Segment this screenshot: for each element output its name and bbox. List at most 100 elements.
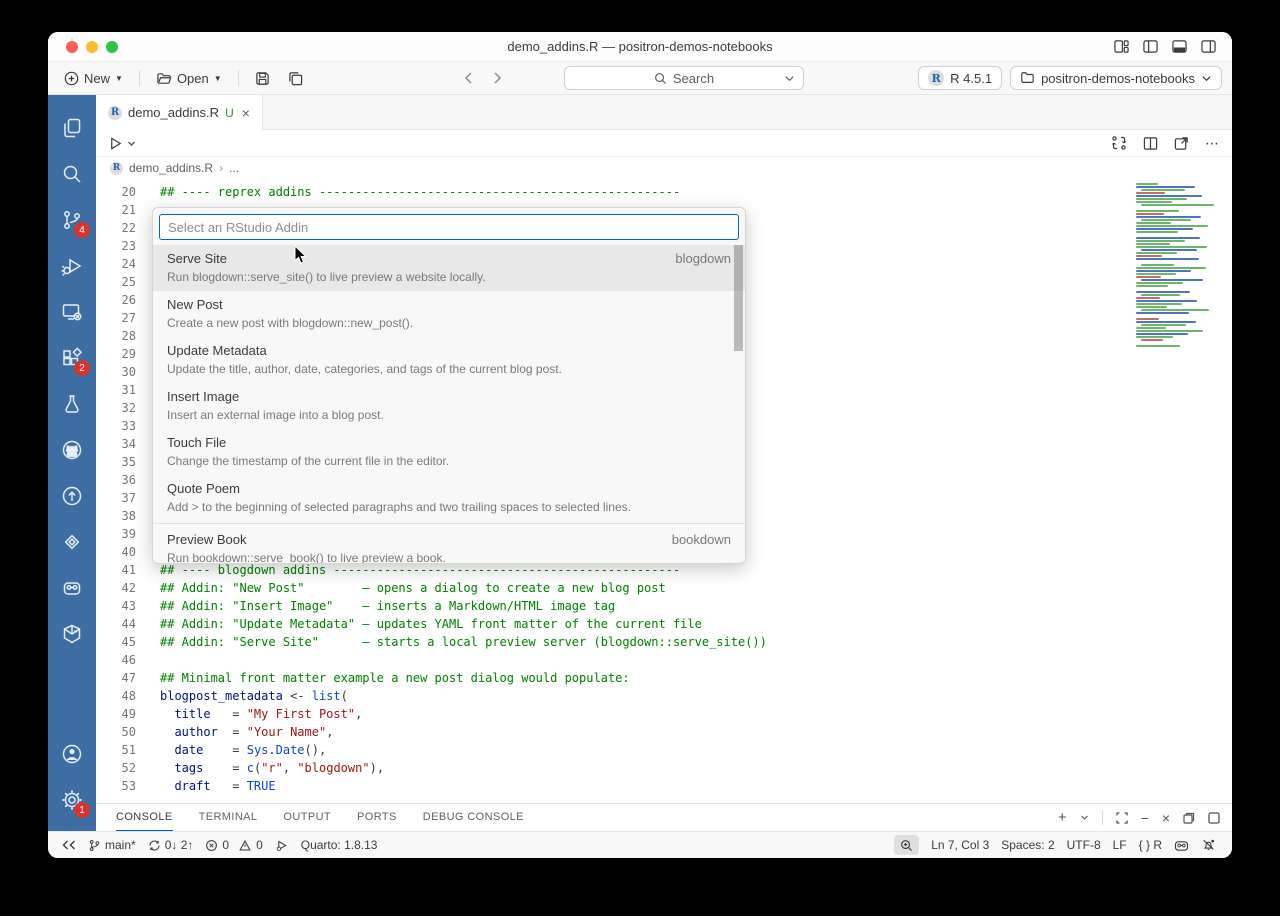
sidebar-item-testing[interactable] — [48, 381, 96, 427]
quickpick-item[interactable]: Touch FileChange the timestamp of the cu… — [153, 429, 745, 475]
git-status-indicator: U — [225, 106, 234, 120]
minimap-line — [1136, 267, 1206, 269]
minimap-line — [1136, 216, 1201, 218]
open-changes-icon[interactable] — [1111, 135, 1127, 151]
notifications-muted-icon[interactable] — [1195, 838, 1222, 852]
new-button[interactable]: New ▼ — [58, 68, 129, 89]
sidebar-item-quarto[interactable] — [48, 519, 96, 565]
cursor-position-status[interactable]: Ln 7, Col 3 — [925, 838, 995, 852]
account-button[interactable] — [48, 731, 96, 777]
quickpick-item[interactable]: Preview BookbookdownRun bookdown::serve_… — [153, 526, 745, 563]
line-number: 42 — [96, 579, 136, 597]
open-button[interactable]: Open ▼ — [150, 68, 228, 89]
tab-ports[interactable]: PORTS — [357, 804, 397, 831]
fullscreen-panel-icon[interactable] — [1208, 812, 1220, 824]
quickpick-item[interactable]: Update MetadataUpdate the title, author,… — [153, 337, 745, 383]
quickpick-list: Serve SiteblogdownRun blogdown::serve_si… — [153, 245, 745, 563]
sidebar-item-extensions[interactable]: 2 — [48, 335, 96, 381]
sidebar-item-packages[interactable] — [48, 611, 96, 657]
toggle-primary-sidebar-icon[interactable] — [1143, 39, 1158, 54]
line-number: 45 — [96, 633, 136, 651]
toggle-panel-icon[interactable] — [1172, 39, 1187, 54]
minimap-line — [1136, 270, 1191, 272]
quickpick-scrollbar[interactable] — [734, 245, 743, 351]
maximize-panel-icon[interactable] — [1116, 812, 1128, 824]
zoom-button[interactable] — [894, 835, 919, 855]
sidebar-item-publish[interactable] — [48, 473, 96, 519]
git-branch-status[interactable]: main* — [82, 832, 142, 858]
r-file-icon: R — [108, 106, 122, 120]
interpreter-label: R 4.5.1 — [950, 71, 992, 86]
code-line: 47## Minimal front matter example a new … — [96, 669, 1232, 687]
sync-counts: 0↓ 2↑ — [165, 838, 194, 852]
customize-layout-icon[interactable] — [1114, 39, 1129, 54]
encoding-status[interactable]: UTF-8 — [1061, 838, 1107, 852]
editor-tab[interactable]: R demo_addins.R U × — [96, 95, 263, 130]
quickpick-item[interactable]: Insert ImageInsert an external image int… — [153, 383, 745, 429]
breadcrumb[interactable]: R demo_addins.R › ... — [96, 157, 1232, 179]
indentation-status[interactable]: Spaces: 2 — [995, 838, 1060, 852]
chevron-down-icon: ▼ — [115, 74, 123, 83]
sidebar-item-source-control[interactable]: 4 — [48, 197, 96, 243]
editor-tab-strip: R demo_addins.R U × — [96, 95, 1232, 130]
restore-layout-icon[interactable] — [1183, 812, 1195, 824]
line-number: 39 — [96, 525, 136, 543]
sidebar-item-explorer[interactable] — [48, 105, 96, 151]
tab-debug-console[interactable]: DEBUG CONSOLE — [423, 804, 524, 831]
code-line: 53 draft = TRUE — [96, 777, 1232, 795]
close-panel-icon[interactable]: × — [1162, 810, 1170, 826]
close-tab-icon[interactable]: × — [240, 105, 252, 121]
minimap[interactable] — [1136, 183, 1214, 348]
chevron-down-icon[interactable] — [1080, 813, 1089, 822]
language-mode-status[interactable]: { } R — [1133, 838, 1168, 852]
minimap-line — [1136, 237, 1200, 239]
tab-terminal[interactable]: TERMINAL — [199, 804, 258, 831]
navigate-back-icon[interactable] — [462, 71, 476, 85]
sidebar-item-run-debug[interactable] — [48, 243, 96, 289]
run-file-button[interactable] — [108, 136, 136, 151]
save-all-button[interactable] — [282, 68, 309, 89]
line-number: 30 — [96, 363, 136, 381]
quickpick-item[interactable]: Serve SiteblogdownRun blogdown::serve_si… — [153, 245, 745, 291]
code-text: blogpost_metadata <- list( — [160, 687, 348, 705]
new-console-icon[interactable]: + — [1058, 809, 1067, 826]
chevron-right-icon: › — [219, 161, 223, 175]
interpreter-selector-button[interactable]: R R 4.5.1 — [918, 66, 1002, 90]
remote-indicator[interactable] — [56, 832, 82, 858]
workspace-selector-button[interactable]: positron-demos-notebooks — [1010, 66, 1222, 90]
open-in-new-window-icon[interactable] — [1174, 136, 1189, 151]
problems-status[interactable]: 0 0 — [199, 832, 268, 858]
tab-console[interactable]: CONSOLE — [116, 804, 173, 831]
debug-status[interactable] — [269, 832, 295, 858]
minimize-panel-icon[interactable]: − — [1141, 810, 1149, 826]
more-actions-icon[interactable]: ⋯ — [1205, 135, 1220, 152]
git-sync-status[interactable]: 0↓ 2↑ — [142, 832, 200, 858]
sidebar-item-console-sessions[interactable] — [48, 289, 96, 335]
settings-gear-button[interactable]: 1 — [48, 777, 96, 823]
save-button[interactable] — [249, 68, 276, 89]
sidebar-item-github[interactable] — [48, 427, 96, 473]
toggle-secondary-sidebar-icon[interactable] — [1201, 39, 1216, 54]
global-search-input[interactable]: Search — [564, 66, 804, 90]
mouse-cursor — [294, 245, 310, 270]
navigate-forward-icon[interactable] — [490, 71, 504, 85]
workspace-label: positron-demos-notebooks — [1041, 71, 1195, 86]
line-number: 24 — [96, 255, 136, 273]
quickpick-input[interactable] — [159, 214, 739, 240]
breadcrumb-tail[interactable]: ... — [229, 161, 239, 175]
sidebar-item-assistant[interactable] — [48, 565, 96, 611]
minimap-line — [1136, 297, 1160, 299]
status-bar: main* 0↓ 2↑ 0 0 Quarto: 1.8.13 Ln 7, Col… — [48, 831, 1232, 858]
eol-status[interactable]: LF — [1107, 838, 1133, 852]
copilot-icon[interactable] — [1168, 839, 1195, 852]
quickpick-item[interactable]: New PostCreate a new post with blogdown:… — [153, 291, 745, 337]
line-number: 50 — [96, 723, 136, 741]
quickpick-item[interactable]: Quote PoemAdd > to the beginning of sele… — [153, 475, 745, 521]
breadcrumb-file[interactable]: demo_addins.R — [129, 161, 213, 175]
sidebar-item-search[interactable] — [48, 151, 96, 197]
tab-output[interactable]: OUTPUT — [283, 804, 331, 831]
quickpick-item-description: Run bookdown::serve_book() to live previ… — [167, 550, 731, 563]
split-editor-icon[interactable] — [1143, 136, 1158, 151]
quarto-status[interactable]: Quarto: 1.8.13 — [295, 832, 384, 858]
minimap-line — [1136, 243, 1170, 245]
